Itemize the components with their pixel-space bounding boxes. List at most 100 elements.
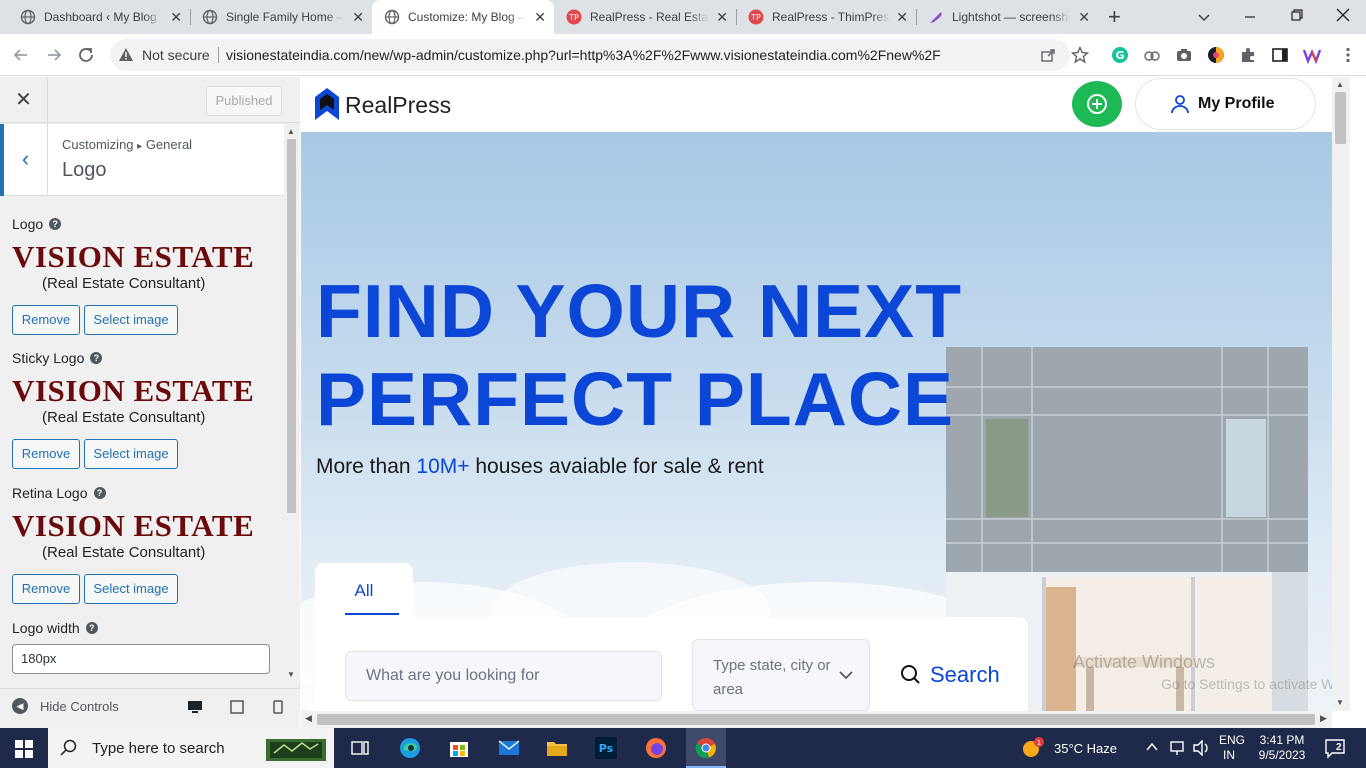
my-profile-button[interactable]: My Profile [1135, 78, 1316, 130]
back-chevron-icon[interactable]: ‹ [0, 124, 48, 196]
scroll-up-arrow-icon[interactable]: ▲ [1336, 80, 1344, 89]
svg-text:G: G [1115, 49, 1124, 62]
scroll-down-arrow-icon[interactable]: ▼ [1336, 698, 1344, 707]
taskbar-search-box[interactable]: Type here to search [48, 728, 334, 768]
notifications-icon[interactable] [1324, 737, 1346, 759]
search-input[interactable]: What are you looking for [345, 651, 662, 701]
weather-text[interactable]: 35°C Haze [1054, 728, 1117, 768]
reload-icon[interactable] [77, 46, 95, 64]
language-indicator[interactable]: ENG IN [1219, 733, 1245, 763]
windows-start-icon[interactable] [15, 740, 33, 758]
camera-icon[interactable] [1175, 46, 1193, 64]
close-tab-icon[interactable]: ✕ [896, 9, 908, 25]
chrome-menu-icon[interactable] [1339, 46, 1357, 64]
browser-tab-single-family-home[interactable]: Single Family Home – RealPress ✕ [190, 0, 372, 34]
sticky-logo-select-image-button[interactable]: Select image [84, 439, 178, 469]
sticky-logo-preview-main: VISION ESTATE [12, 373, 255, 408]
add-listing-button[interactable] [1072, 81, 1122, 127]
clock[interactable]: 3:41 PM 9/5/2023 [1257, 733, 1307, 763]
scroll-right-arrow-icon[interactable]: ▶ [1320, 713, 1327, 724]
scroll-up-arrow-icon[interactable]: ▲ [287, 127, 295, 136]
new-tab-button[interactable]: + [1108, 4, 1121, 30]
search-button[interactable]: Search [900, 662, 1000, 688]
task-view-icon[interactable] [348, 736, 372, 760]
speaker-icon[interactable] [1192, 740, 1210, 756]
hero-subheading: More than 10M+ houses avaiable for sale … [316, 455, 764, 479]
plus-circle-icon [1087, 94, 1107, 114]
close-tab-icon[interactable]: ✕ [716, 9, 728, 25]
help-icon[interactable]: ? [93, 487, 106, 499]
help-icon[interactable]: ? [49, 218, 62, 230]
forward-arrow-icon[interactable] [45, 46, 63, 64]
network-icon[interactable] [1168, 740, 1186, 756]
globe-icon [20, 9, 36, 25]
browser-tab-realpress-real-estate[interactable]: TP RealPress - Real Estate WordPress ✕ [554, 0, 736, 34]
minimize-window-icon[interactable] [1243, 10, 1257, 24]
desktop-preview-icon[interactable] [187, 700, 203, 714]
close-customizer-icon[interactable]: ✕ [0, 77, 48, 123]
browser-tab-realpress-thimpress[interactable]: TP RealPress - ThimPress ✕ [736, 0, 916, 34]
restore-window-icon[interactable] [1290, 8, 1304, 22]
tab-search-chevron-icon[interactable] [1197, 10, 1211, 24]
mail-icon[interactable] [497, 736, 521, 760]
back-arrow-icon[interactable] [12, 46, 30, 64]
extension-colored-icon[interactable] [1207, 46, 1225, 64]
close-window-icon[interactable] [1336, 8, 1350, 22]
close-tab-icon[interactable]: ✕ [1078, 9, 1090, 25]
browser-tab-dashboard[interactable]: Dashboard ‹ My Blog — WordPress ✕ [8, 0, 190, 34]
close-tab-icon[interactable]: ✕ [170, 9, 182, 25]
profile-w-icon[interactable] [1303, 46, 1321, 64]
logo-remove-button[interactable]: Remove [12, 305, 80, 335]
location-select[interactable]: Type state, city or area [692, 639, 870, 711]
close-tab-icon[interactable]: ✕ [352, 9, 364, 25]
scroll-down-arrow-icon[interactable]: ▼ [287, 670, 295, 679]
firefox-icon[interactable] [644, 736, 668, 760]
collapse-arrow-icon: ◀ [12, 698, 28, 714]
tablet-preview-icon[interactable] [229, 700, 245, 714]
photoshop-icon[interactable]: Ps [594, 736, 618, 760]
logo-select-image-button[interactable]: Select image [84, 305, 178, 335]
share-icon[interactable] [1040, 47, 1056, 63]
browser-tab-customize[interactable]: Customize: My Blog – Just another ✕ [372, 0, 554, 34]
address-bar[interactable]: Not secure visionestateindia.com/new/wp-… [110, 39, 1070, 71]
side-panel-icon[interactable] [1271, 46, 1289, 64]
retina-logo-remove-button[interactable]: Remove [12, 574, 80, 604]
extension-cloud-icon[interactable] [1143, 46, 1161, 64]
published-button[interactable]: Published [206, 86, 282, 116]
thimpress-icon: TP [566, 9, 582, 25]
realpress-logo-icon[interactable] [315, 88, 339, 120]
scroll-left-arrow-icon[interactable]: ◀ [305, 713, 312, 724]
grammarly-icon[interactable]: G [1111, 46, 1129, 64]
bookmark-star-icon[interactable] [1071, 46, 1089, 64]
help-icon[interactable]: ? [85, 622, 98, 634]
mobile-preview-icon[interactable] [270, 700, 286, 714]
puzzle-extensions-icon[interactable] [1239, 46, 1257, 64]
url-text[interactable]: visionestateindia.com/new/wp-admin/custo… [226, 47, 941, 63]
search-icon [60, 739, 77, 756]
not-secure-label[interactable]: Not secure [142, 47, 210, 63]
section-header: ‹ Customizing ▸ General Logo [0, 124, 284, 196]
retina-logo-select-image-button[interactable]: Select image [84, 574, 178, 604]
chrome-taskbar-button[interactable] [686, 728, 726, 768]
close-tab-icon[interactable]: ✕ [534, 9, 546, 25]
microsoft-store-icon[interactable] [447, 736, 471, 760]
brand-name[interactable]: RealPress [345, 92, 451, 119]
preview-vertical-scrollbar-thumb[interactable] [1335, 92, 1346, 144]
panel-scrollbar-thumb[interactable] [287, 139, 296, 513]
tab-active-underline [345, 613, 399, 615]
edge-browser-icon[interactable] [398, 736, 422, 760]
browser-tab-lightshot[interactable]: Lightshot — screenshot tool ✕ [916, 0, 1098, 34]
subheading-prefix: More than [316, 455, 417, 478]
chrome-icon [695, 738, 716, 759]
tab-all[interactable]: All [315, 563, 413, 617]
preview-horizontal-scrollbar-thumb[interactable] [317, 714, 1315, 725]
chevron-up-icon[interactable] [1146, 742, 1158, 752]
weather-sun-icon[interactable]: 1 [1020, 736, 1046, 760]
logo-width-input[interactable]: 180px [12, 644, 270, 674]
hide-controls-button[interactable]: ◀ Hide Controls [12, 698, 119, 714]
help-icon[interactable]: ? [90, 352, 103, 364]
sticky-logo-remove-button[interactable]: Remove [12, 439, 80, 469]
preview-vertical-scrollbar[interactable] [1332, 77, 1350, 711]
windows-taskbar: Type here to search Ps 1 35°C Haze ENG IN… [0, 728, 1366, 768]
file-explorer-icon[interactable] [545, 736, 569, 760]
